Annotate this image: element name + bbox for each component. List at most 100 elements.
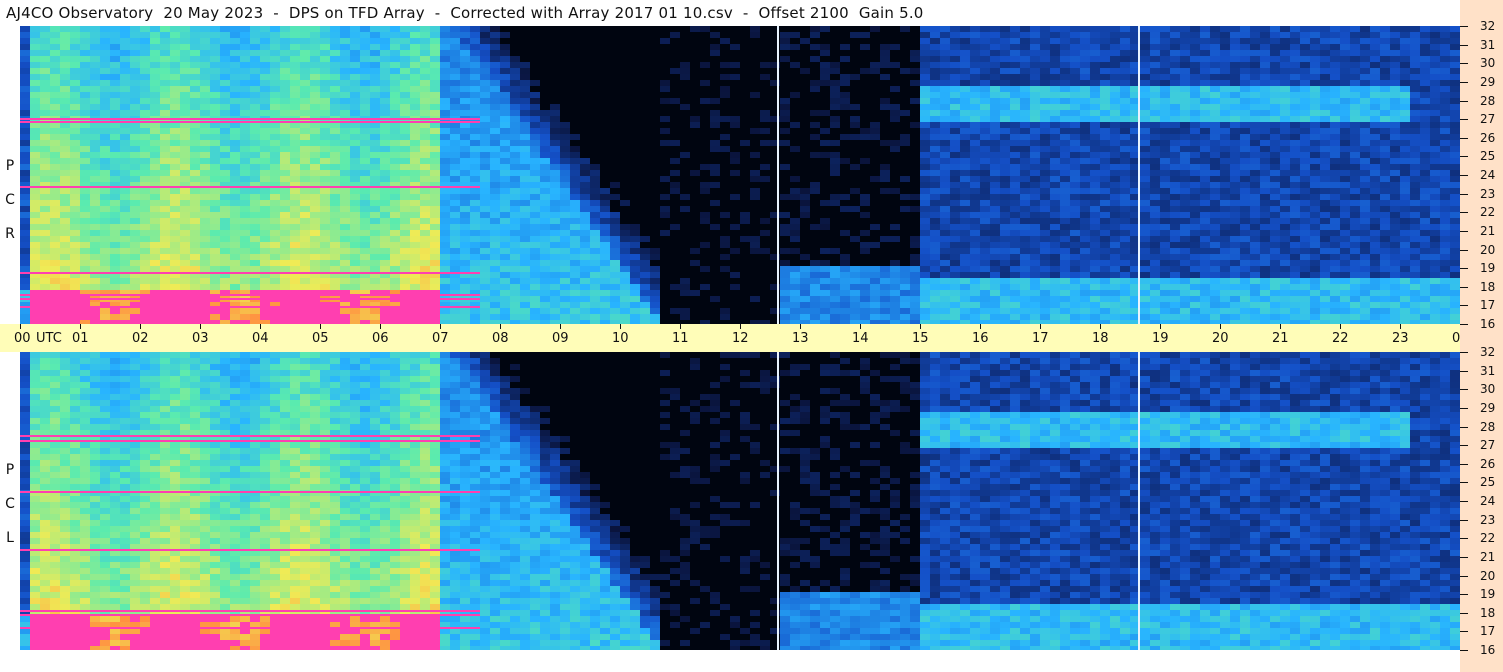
spectrogram-cell [810, 188, 820, 194]
spectrogram-cell [610, 74, 620, 80]
spectrogram-cell [1420, 26, 1430, 32]
spectrogram-cell [310, 56, 320, 62]
spectrogram-cell [1450, 38, 1460, 44]
spectrogram-cell [540, 194, 550, 200]
spectrogram-cell [570, 128, 580, 134]
spectrogram-cell [470, 158, 480, 164]
spectrogram-cell [340, 152, 350, 158]
spectrogram-cell [990, 68, 1000, 74]
spectrogram-cell [750, 224, 760, 230]
spectrogram-cell [430, 230, 440, 236]
spectrogram-cell [980, 170, 990, 176]
spectrogram-cell [1360, 200, 1370, 206]
spectrogram-cell [480, 98, 490, 104]
spectrogram-cell [550, 92, 560, 98]
spectrogram-cell [990, 218, 1000, 224]
spectrogram-cell [590, 182, 600, 188]
spectrogram-cell [900, 140, 910, 146]
spectrogram-cell [1170, 224, 1180, 230]
spectrogram-cell [40, 44, 50, 50]
spectrogram-cell [1270, 212, 1280, 218]
spectrogram-cell [1070, 170, 1080, 176]
spectrogram-cell [60, 62, 70, 68]
spectrogram-cell [110, 206, 120, 212]
spectrogram-cell [160, 152, 170, 158]
spectrogram-cell [920, 56, 930, 62]
spectrogram-cell [1380, 218, 1390, 224]
spectrogram-cell [70, 188, 80, 194]
spectrogram-cell [400, 170, 410, 176]
spectrogram-cell [730, 80, 740, 86]
spectrogram-cell [500, 50, 510, 56]
spectrogram-cell [960, 26, 970, 32]
spectrogram-cell [1340, 68, 1350, 74]
spectrogram-cell [810, 62, 820, 68]
spectrogram-cell [290, 218, 300, 224]
spectrogram-cell [110, 62, 120, 68]
spectrogram-cell [60, 170, 70, 176]
spectrogram-cell [90, 134, 100, 140]
spectrogram-cell [730, 86, 740, 92]
spectrogram-cell [540, 218, 550, 224]
spectrogram-cell [200, 80, 210, 86]
spectrogram-cell [960, 104, 970, 110]
spectrogram-cell [1440, 140, 1450, 146]
spectrogram-cell [630, 80, 640, 86]
spectrogram-cell [920, 170, 930, 176]
spectrogram-cell [900, 44, 910, 50]
spectrogram-cell [890, 62, 900, 68]
spectrogram-cell [530, 152, 540, 158]
spectrogram-cell [580, 200, 590, 206]
spectrogram-cell [1360, 74, 1370, 80]
spectrogram-cell [210, 224, 220, 230]
spectrogram-cell [950, 158, 960, 164]
spectrogram-cell [1380, 110, 1390, 116]
spectrogram-cell [60, 212, 70, 218]
spectrogram-cell [1390, 218, 1400, 224]
spectrogram-cell [660, 38, 670, 44]
spectrogram-cell [20, 170, 30, 176]
spectrogram-cell [600, 164, 610, 170]
spectrogram-cell [800, 56, 810, 62]
spectrogram-cell [1090, 116, 1100, 122]
spectrogram-cell [660, 128, 670, 134]
spectrogram-cell [670, 188, 680, 194]
spectrogram-cell [1110, 38, 1120, 44]
spectrogram-cell [380, 170, 390, 176]
spectrogram-cell [420, 62, 430, 68]
spectrogram-cell [700, 212, 710, 218]
spectrogram-cell [1430, 104, 1440, 110]
spectrogram-cell [220, 188, 230, 194]
spectrogram-cell [1040, 26, 1050, 32]
spectrogram-cell [790, 98, 800, 104]
spectrogram-cell [530, 146, 540, 152]
spectrogram-cell [1410, 182, 1420, 188]
spectrogram-cell [60, 128, 70, 134]
spectrogram-cell [1240, 44, 1250, 50]
spectrogram-cell [270, 56, 280, 62]
spectrogram-cell [640, 44, 650, 50]
spectrogram-cell [710, 212, 720, 218]
spectrogram-cell [650, 104, 660, 110]
spectrogram-cell [880, 212, 890, 218]
spectrogram-cell [780, 134, 790, 140]
spectrogram-cell [290, 86, 300, 92]
spectrogram-cell [640, 74, 650, 80]
spectrogram-cell [220, 74, 230, 80]
spectrogram-cell [30, 140, 40, 146]
spectrogram-cell [410, 200, 420, 206]
spectrogram-cell [140, 200, 150, 206]
spectrogram-cell [320, 74, 330, 80]
spectrogram-cell [420, 104, 430, 110]
spectrogram-cell [280, 38, 290, 44]
spectrogram-cell [410, 224, 420, 230]
spectrogram-cell [1410, 110, 1420, 116]
spectrogram-cell [1360, 92, 1370, 98]
spectrogram-cell [670, 224, 680, 230]
spectrogram-cell [1340, 26, 1350, 32]
spectrogram-cell [150, 104, 160, 110]
spectrogram-cell [830, 182, 840, 188]
spectrogram-cell [1370, 32, 1380, 38]
spectrogram-cell [50, 188, 60, 194]
spectrogram-cell [270, 68, 280, 74]
